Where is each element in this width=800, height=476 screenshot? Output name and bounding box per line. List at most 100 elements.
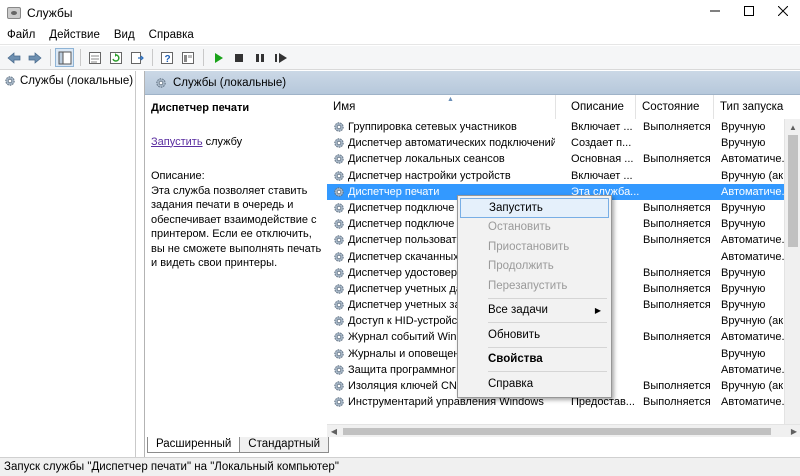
start-service-button[interactable] <box>208 48 227 67</box>
context-properties[interactable]: Свойства <box>460 350 609 370</box>
column-header-name[interactable]: Имя ▲ <box>327 95 556 119</box>
service-startup-type: Автоматиче... <box>721 363 791 376</box>
horizontal-scroll-thumb[interactable] <box>343 428 771 435</box>
tab-standard[interactable]: Стандартный <box>239 437 330 453</box>
column-header-startup-type[interactable]: Тип запуска <box>714 95 800 119</box>
table-row[interactable]: Диспетчер локальных сеансов Основная ... В… <box>327 151 800 167</box>
service-name: Доступ к HID-устройс <box>348 315 458 328</box>
service-name: Диспетчер скачанных <box>348 250 459 263</box>
pause-icon <box>255 53 264 62</box>
help-button[interactable]: ? <box>157 48 176 67</box>
context-resume: Продолжить <box>488 260 554 273</box>
service-name: Диспетчер пользоват <box>348 234 457 247</box>
menu-help[interactable]: Справка <box>142 29 201 41</box>
service-name: Диспетчер автоматических подключений... <box>348 137 555 150</box>
horizontal-scrollbar[interactable]: ◀ ▶ <box>327 424 800 437</box>
context-start[interactable]: Запустить <box>460 198 609 218</box>
service-gear-icon <box>334 381 344 391</box>
scroll-left-arrow-icon[interactable]: ◀ <box>327 425 341 437</box>
service-state: Выполняется <box>643 396 711 409</box>
service-gear-icon <box>334 267 344 278</box>
service-startup-type: Вручную <box>721 218 766 231</box>
service-name: Диспетчер настройки устройств <box>348 169 511 182</box>
service-state <box>643 313 717 329</box>
status-bar: Запуск службы "Диспетчер печати" на "Лок… <box>0 457 800 476</box>
export-button[interactable] <box>127 48 146 67</box>
service-state: Выполняется <box>643 218 711 231</box>
stop-service-button[interactable] <box>229 48 248 67</box>
restart-service-button[interactable] <box>271 48 290 67</box>
column-header-description[interactable]: Описание <box>565 95 636 119</box>
service-name: Диспетчер удостовер <box>348 266 458 279</box>
service-gear-icon <box>334 284 344 294</box>
service-name: Защита программног <box>348 363 456 376</box>
context-menu: Запустить Остановить Приостановить Продо… <box>457 195 612 398</box>
service-gear-icon <box>334 203 344 213</box>
tree-item-local-services[interactable]: Службы (локальные) <box>0 71 135 91</box>
start-service-link[interactable]: Запустить <box>151 136 203 148</box>
context-separator <box>488 322 607 323</box>
toolbar-separator <box>152 49 153 66</box>
table-row[interactable]: Диспетчер автоматических подключений... С… <box>327 135 800 151</box>
back-arrow-icon <box>6 51 20 64</box>
service-name-cell: Диспетчер автоматических подключений... <box>333 135 555 151</box>
column-header-state[interactable]: Состояние <box>636 95 714 119</box>
pause-service-button[interactable] <box>250 48 269 67</box>
show-pane-icon <box>58 51 71 64</box>
properties-list-button[interactable] <box>85 48 104 67</box>
menu-bar: Файл Действие Вид Справка <box>0 25 800 45</box>
service-startup-type: Автоматиче... <box>721 234 791 247</box>
toolbar: ? <box>0 46 800 70</box>
toolbar-separator <box>50 49 51 66</box>
tab-extended[interactable]: Расширенный <box>147 437 241 453</box>
start-service-line: Запустить службу <box>151 135 327 150</box>
service-gear-icon <box>334 316 344 326</box>
pane-header: Службы (локальные) <box>145 71 800 95</box>
window-controls <box>698 0 800 22</box>
show-console-tree-button[interactable] <box>55 48 74 67</box>
refresh-icon <box>109 51 122 64</box>
service-gear-icon <box>334 365 344 375</box>
service-state <box>643 135 717 151</box>
properties-list-icon <box>88 51 101 64</box>
service-description: Создает п... <box>571 137 632 150</box>
services-app-icon <box>7 6 21 19</box>
service-state: Выполняется <box>643 380 711 392</box>
service-name: Изоляция ключей CNG <box>348 380 466 392</box>
menu-file[interactable]: Файл <box>0 29 42 41</box>
close-button[interactable] <box>766 0 800 22</box>
scroll-up-arrow-icon[interactable]: ▲ <box>785 119 800 135</box>
service-startup-type: Автоматиче... <box>721 250 791 263</box>
service-state <box>643 168 717 184</box>
service-state <box>643 346 717 362</box>
vertical-scrollbar[interactable]: ▲ ▼ <box>784 119 800 424</box>
help-icon: ? <box>160 51 173 65</box>
back-button[interactable] <box>4 48 23 67</box>
service-startup-type: Вручную (ак... <box>721 380 791 392</box>
maximize-button[interactable] <box>732 0 766 22</box>
scroll-right-arrow-icon[interactable]: ▶ <box>787 425 800 437</box>
vertical-scroll-thumb[interactable] <box>788 135 798 247</box>
table-row[interactable]: Группировка сетевых участников Включает .… <box>327 119 800 135</box>
context-separator <box>488 371 607 372</box>
context-all-tasks[interactable]: Все задачи ▶ <box>460 301 609 321</box>
console-tree-pane: Службы (локальные) <box>0 71 136 457</box>
maximize-icon <box>744 6 754 16</box>
context-help[interactable]: Справка <box>460 374 609 394</box>
table-row[interactable]: Диспетчер настройки устройств Включает ..… <box>327 168 800 184</box>
service-gear-icon <box>334 235 344 246</box>
service-state: Выполняется <box>643 331 711 344</box>
context-stop: Остановить <box>488 221 551 234</box>
context-refresh[interactable]: Обновить <box>460 325 609 345</box>
service-gear-icon <box>334 348 344 359</box>
tree-item-label: Службы (локальные) <box>20 75 134 87</box>
service-state: Выполняется <box>643 121 711 133</box>
refresh-button[interactable] <box>106 48 125 67</box>
menu-view[interactable]: Вид <box>107 29 142 41</box>
menu-action[interactable]: Действие <box>42 29 107 41</box>
minimize-button[interactable] <box>698 0 732 22</box>
forward-button[interactable] <box>25 48 44 67</box>
service-state: Выполняется <box>643 299 711 312</box>
service-name: Группировка сетевых участников <box>348 121 517 133</box>
console-button[interactable] <box>178 48 197 67</box>
